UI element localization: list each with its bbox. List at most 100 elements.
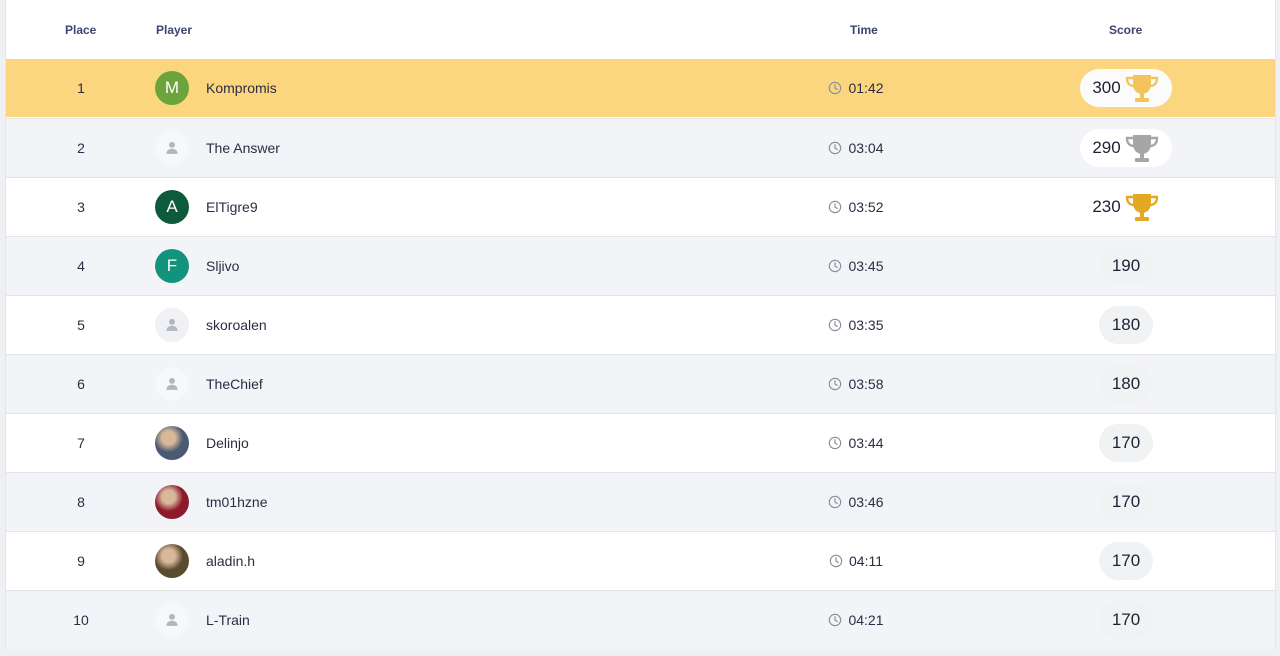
clock-icon xyxy=(829,554,843,568)
place-number: 8 xyxy=(77,494,85,510)
column-header-time[interactable]: Time xyxy=(850,23,878,37)
player-name[interactable]: tm01hzne xyxy=(206,473,267,531)
time-value: 01:42 xyxy=(848,80,884,96)
player-name[interactable]: L-Train xyxy=(206,591,250,649)
place-number: 6 xyxy=(77,376,85,392)
avatar-letter: M xyxy=(164,78,180,97)
score-cell: 170 xyxy=(1026,473,1226,531)
avatar[interactable] xyxy=(155,131,189,165)
user-icon xyxy=(163,611,181,629)
time-cell: 03:44 xyxy=(806,414,906,472)
score-cell: 190 xyxy=(1026,237,1226,295)
score-cell: 170 xyxy=(1026,414,1226,472)
table-header: Place Player Time Score xyxy=(6,0,1275,59)
score-badge: 180 xyxy=(1099,365,1153,403)
clock-icon xyxy=(828,81,842,95)
avatar[interactable]: A xyxy=(155,190,189,224)
place-number: 7 xyxy=(77,435,85,451)
user-icon xyxy=(163,316,181,334)
place-number: 9 xyxy=(77,553,85,569)
gold-trophy-icon xyxy=(1124,73,1160,103)
time-value: 04:11 xyxy=(849,553,883,569)
table-row[interactable]: 3 A ElTigre9 03:52 230 xyxy=(6,177,1275,236)
user-icon xyxy=(163,375,181,393)
avatar-photo[interactable] xyxy=(155,485,189,519)
score-value: 180 xyxy=(1111,374,1141,393)
bronze-trophy-icon xyxy=(1124,192,1160,222)
score-value: 170 xyxy=(1111,610,1141,629)
score-badge: 170 xyxy=(1099,542,1153,580)
time-cell: 03:46 xyxy=(806,473,906,531)
time-cell: 03:35 xyxy=(806,296,906,354)
time-value: 04:21 xyxy=(848,612,884,628)
score-badge: 290 xyxy=(1080,129,1172,167)
table-row[interactable]: 5 skoroalen 03:35 180 xyxy=(6,295,1275,354)
time-cell: 03:04 xyxy=(806,119,906,177)
table-row[interactable]: 10 L-Train 04:21 170 xyxy=(6,590,1275,649)
time-cell: 01:42 xyxy=(806,59,906,117)
player-name[interactable]: Kompromis xyxy=(206,59,277,117)
table-row[interactable]: 8 tm01hzne 03:46 170 xyxy=(6,472,1275,531)
place-number: 5 xyxy=(77,317,85,333)
avatar[interactable]: F xyxy=(155,249,189,283)
time-cell: 04:21 xyxy=(806,591,906,649)
score-value: 170 xyxy=(1111,433,1141,452)
avatar-photo[interactable] xyxy=(155,426,189,460)
time-value: 03:35 xyxy=(848,317,884,333)
table-row[interactable]: 9 aladin.h 04:11 170 xyxy=(6,531,1275,590)
score-cell: 230 xyxy=(1026,178,1226,236)
avatar-letter: A xyxy=(166,197,178,216)
avatar[interactable]: M xyxy=(155,71,189,105)
column-header-place[interactable]: Place xyxy=(65,23,96,37)
time-value: 03:58 xyxy=(848,376,884,392)
table-row[interactable]: 1 M Kompromis 01:42 300 xyxy=(6,59,1275,117)
score-value: 180 xyxy=(1111,315,1141,334)
clock-icon xyxy=(828,377,842,391)
column-header-score[interactable]: Score xyxy=(1109,23,1142,37)
score-badge: 300 xyxy=(1080,69,1172,107)
time-value: 03:04 xyxy=(848,140,884,156)
score-value: 300 xyxy=(1092,78,1121,97)
score-cell: 180 xyxy=(1026,296,1226,354)
place-number: 3 xyxy=(77,199,85,215)
player-name[interactable]: Sljivo xyxy=(206,237,239,295)
score-cell: 300 xyxy=(1026,59,1226,117)
time-value: 03:45 xyxy=(848,258,884,274)
table-row[interactable]: 2 The Answer 03:04 290 xyxy=(6,118,1275,177)
column-header-player[interactable]: Player xyxy=(156,23,192,37)
place-number: 10 xyxy=(73,612,89,628)
score-value: 290 xyxy=(1092,138,1121,157)
time-cell: 04:11 xyxy=(806,532,906,590)
avatar[interactable] xyxy=(155,603,189,637)
score-cell: 170 xyxy=(1026,591,1226,649)
table-row[interactable]: 7 Delinjo 03:44 170 xyxy=(6,413,1275,472)
score-badge: 170 xyxy=(1099,483,1153,521)
clock-icon xyxy=(828,259,842,273)
avatar[interactable] xyxy=(155,308,189,342)
clock-icon xyxy=(828,200,842,214)
avatar-letter: F xyxy=(166,256,178,275)
place-number: 4 xyxy=(77,258,85,274)
place-number: 2 xyxy=(77,140,85,156)
time-value: 03:46 xyxy=(848,494,884,510)
avatar-photo[interactable] xyxy=(155,544,189,578)
leaderboard-table: Place Player Time Score 1 M Kompromis 01:42… xyxy=(5,0,1276,649)
player-name[interactable]: skoroalen xyxy=(206,296,267,354)
clock-icon xyxy=(828,495,842,509)
player-name[interactable]: ElTigre9 xyxy=(206,178,258,236)
score-badge: 180 xyxy=(1099,306,1153,344)
score-cell: 290 xyxy=(1026,119,1226,177)
clock-icon xyxy=(828,436,842,450)
player-name[interactable]: The Answer xyxy=(206,119,280,177)
time-value: 03:52 xyxy=(848,199,884,215)
table-row[interactable]: 6 TheChief 03:58 180 xyxy=(6,354,1275,413)
player-name[interactable]: Delinjo xyxy=(206,414,249,472)
clock-icon xyxy=(828,318,842,332)
player-name[interactable]: TheChief xyxy=(206,355,263,413)
silver-trophy-icon xyxy=(1124,133,1160,163)
avatar[interactable] xyxy=(155,367,189,401)
score-badge: 170 xyxy=(1099,424,1153,462)
table-row[interactable]: 4 F Sljivo 03:45 190 xyxy=(6,236,1275,295)
score-badge: 190 xyxy=(1099,247,1153,285)
player-name[interactable]: aladin.h xyxy=(206,532,255,590)
